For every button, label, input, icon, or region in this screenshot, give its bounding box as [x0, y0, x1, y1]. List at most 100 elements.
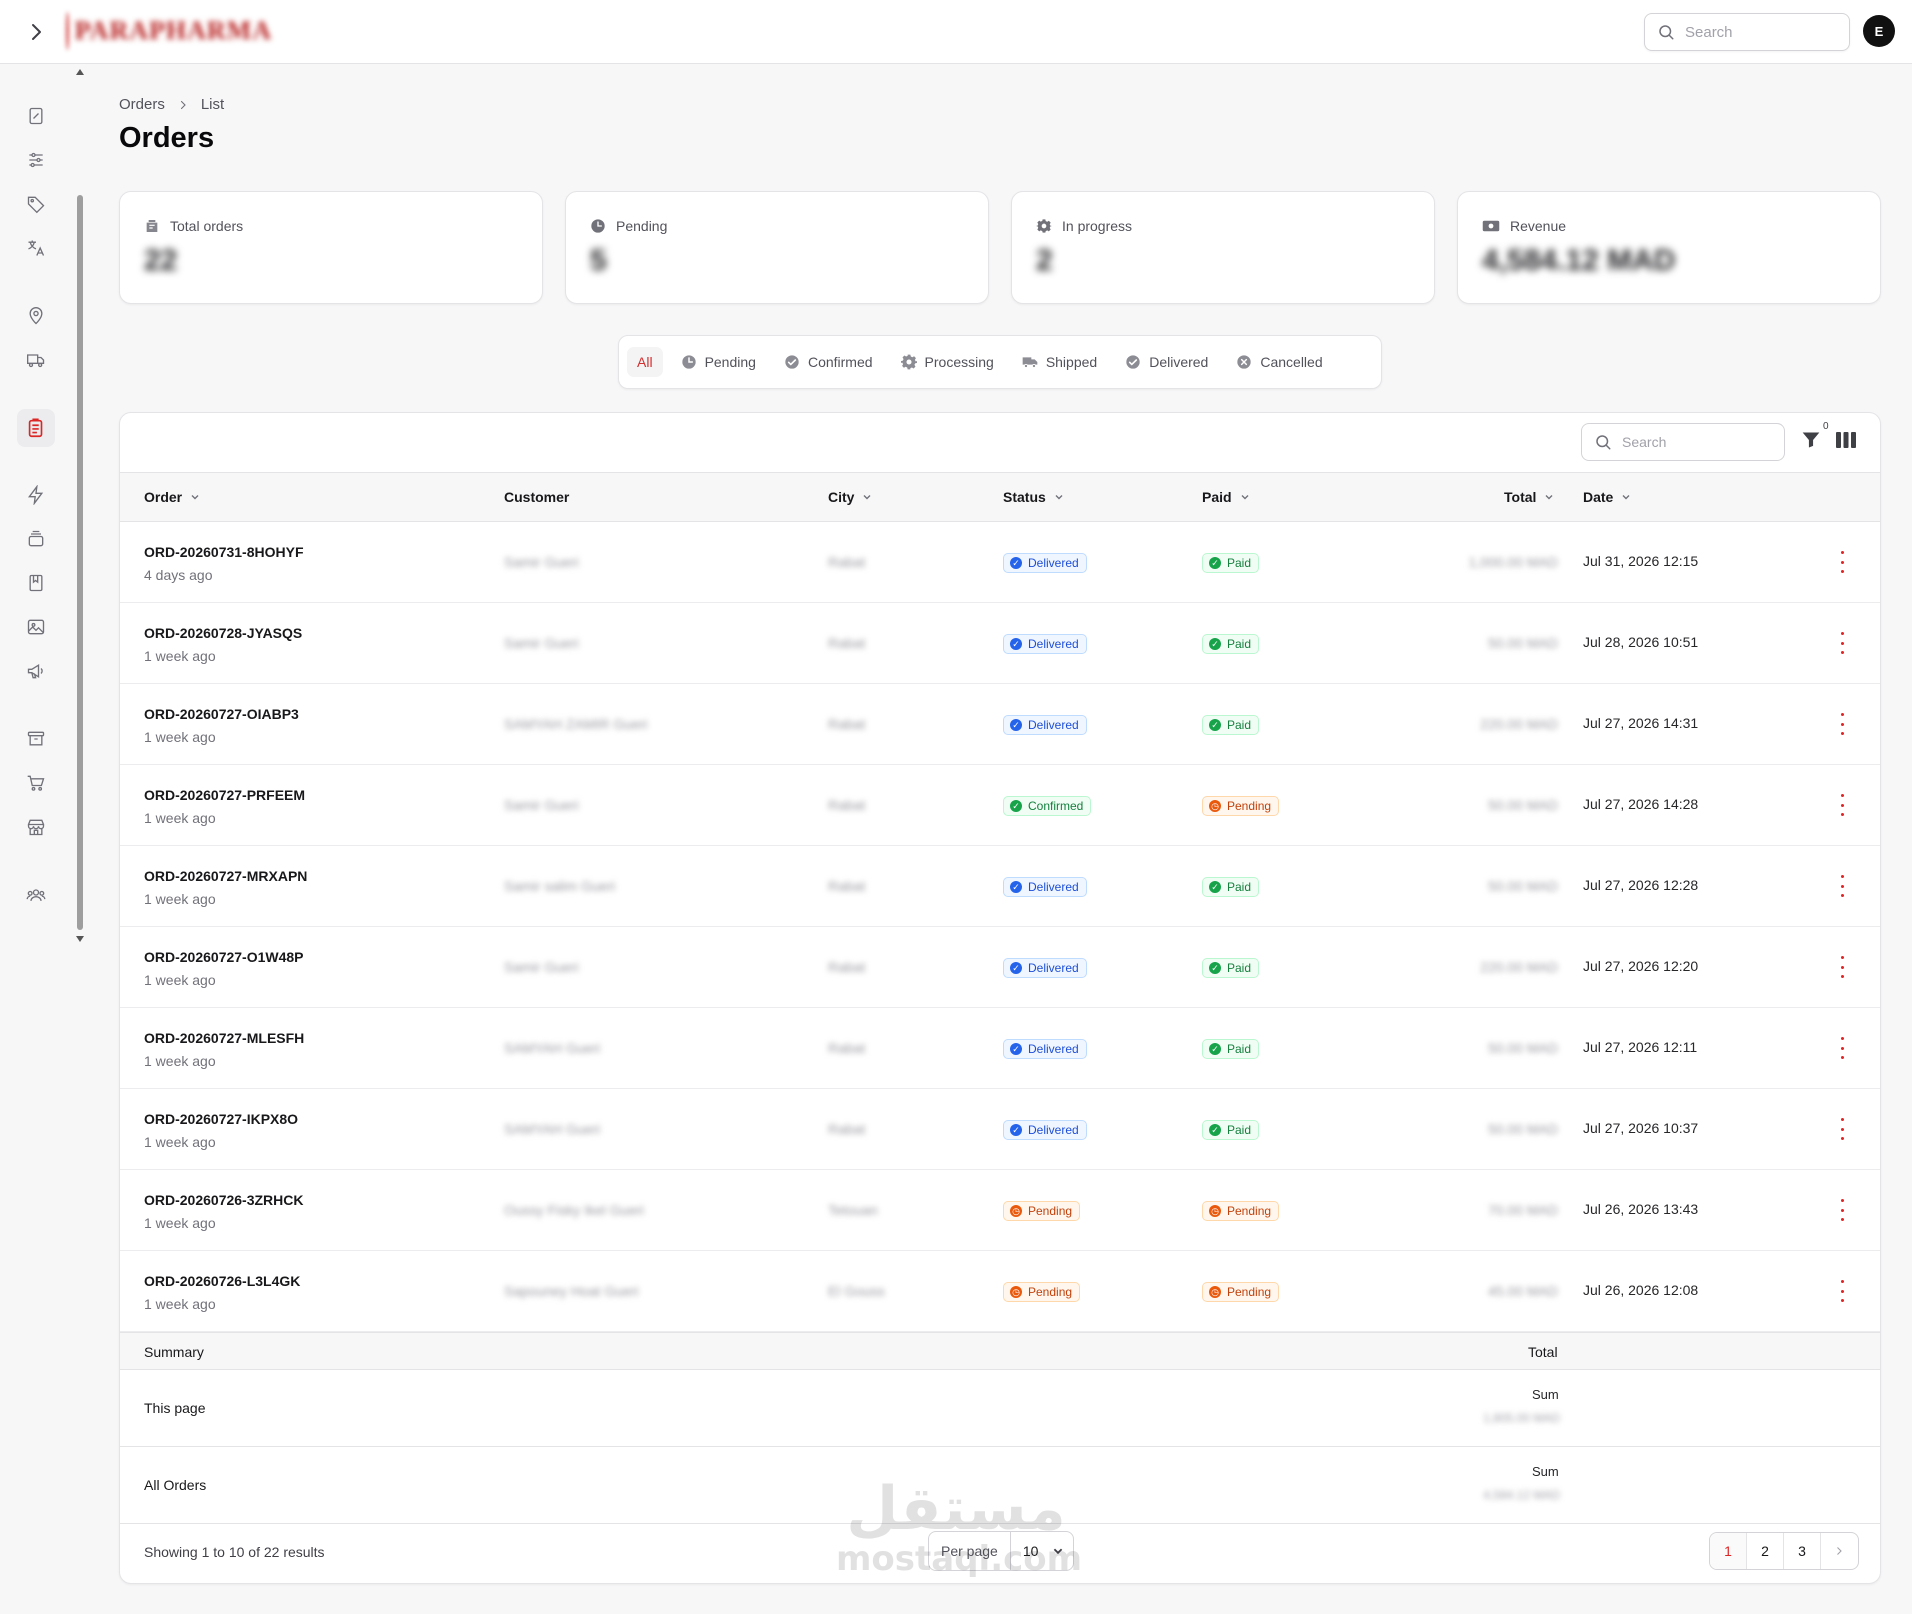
column-header-paid[interactable]: Paid	[1202, 489, 1250, 505]
column-header-city[interactable]: City	[828, 489, 872, 505]
shopping-cart-icon[interactable]	[24, 771, 48, 795]
column-header-order[interactable]: Order	[144, 489, 200, 505]
paid-badge: ✓ Paid	[1202, 877, 1260, 897]
summary-sum-value: 4,584.12 MAD	[1483, 1488, 1560, 1502]
column-header-status[interactable]: Status	[1003, 489, 1064, 505]
global-search-placeholder: Search	[1685, 23, 1733, 41]
breadcrumb-orders-link[interactable]: Orders	[119, 96, 165, 113]
order-total: 220.00 MAD	[1480, 716, 1558, 732]
status-tabs: All Pending Confirmed Processing Shipped…	[618, 335, 1382, 389]
customer-name: Samir Gueri	[504, 635, 579, 651]
order-number[interactable]: ORD-20260726-L3L4GK	[144, 1273, 300, 1289]
table-row[interactable]: ORD-20260727-MLESFH 1 week ago SAMYAH Guer…	[120, 1008, 1880, 1089]
tab-processing[interactable]: Processing	[891, 347, 1004, 377]
order-number[interactable]: ORD-20260726-3ZRHCK	[144, 1192, 304, 1208]
row-actions-menu-icon[interactable]	[1839, 713, 1845, 735]
brand-logo[interactable]: PARAPHARMA	[66, 6, 272, 56]
delivery-truck-icon[interactable]	[24, 348, 48, 372]
table-row[interactable]: ORD-20260726-L3L4GK 1 week ago Sapouney Ho…	[120, 1251, 1880, 1332]
tag-icon[interactable]	[24, 192, 48, 216]
tab-label: All	[637, 354, 653, 370]
order-date: Jul 27, 2026 14:31	[1583, 715, 1699, 731]
city-name: Rabat	[828, 635, 866, 651]
tab-shipped[interactable]: Shipped	[1012, 347, 1107, 377]
scroll-down-arrow-icon[interactable]	[76, 936, 84, 942]
order-total: 50.00 MAD	[1487, 1040, 1558, 1056]
order-number[interactable]: ORD-20260731-8HOHYF	[144, 544, 304, 560]
next-page-button[interactable]	[1821, 1533, 1858, 1569]
order-number[interactable]: ORD-20260727-MRXAPN	[144, 868, 307, 884]
paid-badge-icon: ◷	[1209, 800, 1221, 812]
scroll-up-arrow-icon[interactable]	[76, 69, 84, 75]
table-row[interactable]: ORD-20260731-8HOHYF 4 days ago Samir Gueri…	[120, 522, 1880, 603]
columns-toggle-icon[interactable]	[1836, 431, 1856, 449]
table-row[interactable]: ORD-20260727-OIABP3 1 week ago SAMYAH ZAMI…	[120, 684, 1880, 765]
row-actions-menu-icon[interactable]	[1839, 794, 1845, 816]
city-name: Rabat	[828, 1040, 866, 1056]
invoice-icon[interactable]	[24, 104, 48, 128]
column-header-total[interactable]: Total	[1504, 489, 1554, 505]
status-badge-icon: ✓	[1010, 962, 1022, 974]
sidebar-scrollbar[interactable]	[74, 64, 86, 944]
tab-pending[interactable]: Pending	[671, 347, 766, 377]
scrollbar-thumb[interactable]	[77, 195, 83, 930]
stat-label: In progress	[1062, 218, 1133, 234]
megaphone-icon[interactable]	[24, 659, 48, 683]
order-number[interactable]: ORD-20260728-JYASQS	[144, 625, 302, 641]
row-actions-menu-icon[interactable]	[1839, 1037, 1845, 1059]
row-actions-menu-icon[interactable]	[1839, 551, 1845, 573]
order-number[interactable]: ORD-20260727-OIABP3	[144, 706, 299, 722]
column-header-date[interactable]: Date	[1583, 489, 1631, 505]
page-button-1[interactable]: 1	[1710, 1533, 1747, 1569]
global-search-input[interactable]: Search	[1644, 13, 1850, 51]
row-actions-menu-icon[interactable]	[1839, 1118, 1845, 1140]
expand-sidebar-icon[interactable]	[24, 20, 48, 44]
order-number[interactable]: ORD-20260727-IKPX8O	[144, 1111, 298, 1127]
table-row[interactable]: ORD-20260726-3ZRHCK 1 week ago Oussy Fisky…	[120, 1170, 1880, 1251]
row-actions-menu-icon[interactable]	[1839, 1280, 1845, 1302]
table-search-input[interactable]: Search	[1581, 423, 1785, 461]
stack-icon[interactable]	[24, 527, 48, 551]
book-icon[interactable]	[24, 571, 48, 595]
table-row[interactable]: ORD-20260728-JYASQS 1 week ago Samir Gueri…	[120, 603, 1880, 684]
table-row[interactable]: ORD-20260727-IKPX8O 1 week ago SAMYAH Guer…	[120, 1089, 1880, 1170]
per-page-select[interactable]: Per page 10	[928, 1531, 1074, 1571]
location-pin-icon[interactable]	[24, 304, 48, 328]
users-group-icon[interactable]	[24, 883, 48, 907]
row-actions-menu-icon[interactable]	[1839, 875, 1845, 897]
sort-chevron-icon	[1622, 495, 1630, 500]
order-date: Jul 26, 2026 13:43	[1583, 1201, 1699, 1217]
row-actions-menu-icon[interactable]	[1839, 1199, 1845, 1221]
tab-confirmed[interactable]: Confirmed	[774, 347, 883, 377]
page-button-2[interactable]: 2	[1747, 1533, 1784, 1569]
status-badge: ◷ Pending	[1003, 1282, 1081, 1302]
page-button-3[interactable]: 3	[1784, 1533, 1821, 1569]
status-badge: ✓ Delivered	[1003, 715, 1087, 735]
summary-sum-label: Sum	[1532, 1464, 1559, 1479]
table-row[interactable]: ORD-20260727-MRXAPN 1 week ago Samir salim…	[120, 846, 1880, 927]
filter-funnel-icon[interactable]	[1801, 430, 1821, 450]
orders-clipboard-icon[interactable]	[17, 409, 55, 447]
translate-icon[interactable]	[24, 236, 48, 260]
order-number[interactable]: ORD-20260727-MLESFH	[144, 1030, 304, 1046]
sliders-icon[interactable]	[24, 148, 48, 172]
status-badge-icon: ✓	[1010, 557, 1022, 569]
order-number[interactable]: ORD-20260727-PRFEEM	[144, 787, 305, 803]
stat-label: Total orders	[170, 218, 244, 234]
table-row[interactable]: ORD-20260727-PRFEEM 1 week ago Samir Gueri…	[120, 765, 1880, 846]
image-icon[interactable]	[24, 615, 48, 639]
tab-cancelled[interactable]: Cancelled	[1226, 347, 1332, 377]
customer-name: SAMYAH ZAMIR Gueri	[504, 716, 648, 732]
row-actions-menu-icon[interactable]	[1839, 956, 1845, 978]
city-name: Tetouan	[828, 1202, 878, 1218]
row-actions-menu-icon[interactable]	[1839, 632, 1845, 654]
tab-delivered[interactable]: Delivered	[1115, 347, 1218, 377]
archive-icon[interactable]	[24, 727, 48, 751]
storefront-icon[interactable]	[24, 815, 48, 839]
paid-badge: ✓ Paid	[1202, 1039, 1260, 1059]
table-row[interactable]: ORD-20260727-O1W48P 1 week ago Samir Gueri…	[120, 927, 1880, 1008]
tab-all[interactable]: All	[627, 347, 663, 377]
lightning-icon[interactable]	[24, 483, 48, 507]
order-number[interactable]: ORD-20260727-O1W48P	[144, 949, 304, 965]
user-avatar[interactable]: E	[1863, 15, 1895, 47]
